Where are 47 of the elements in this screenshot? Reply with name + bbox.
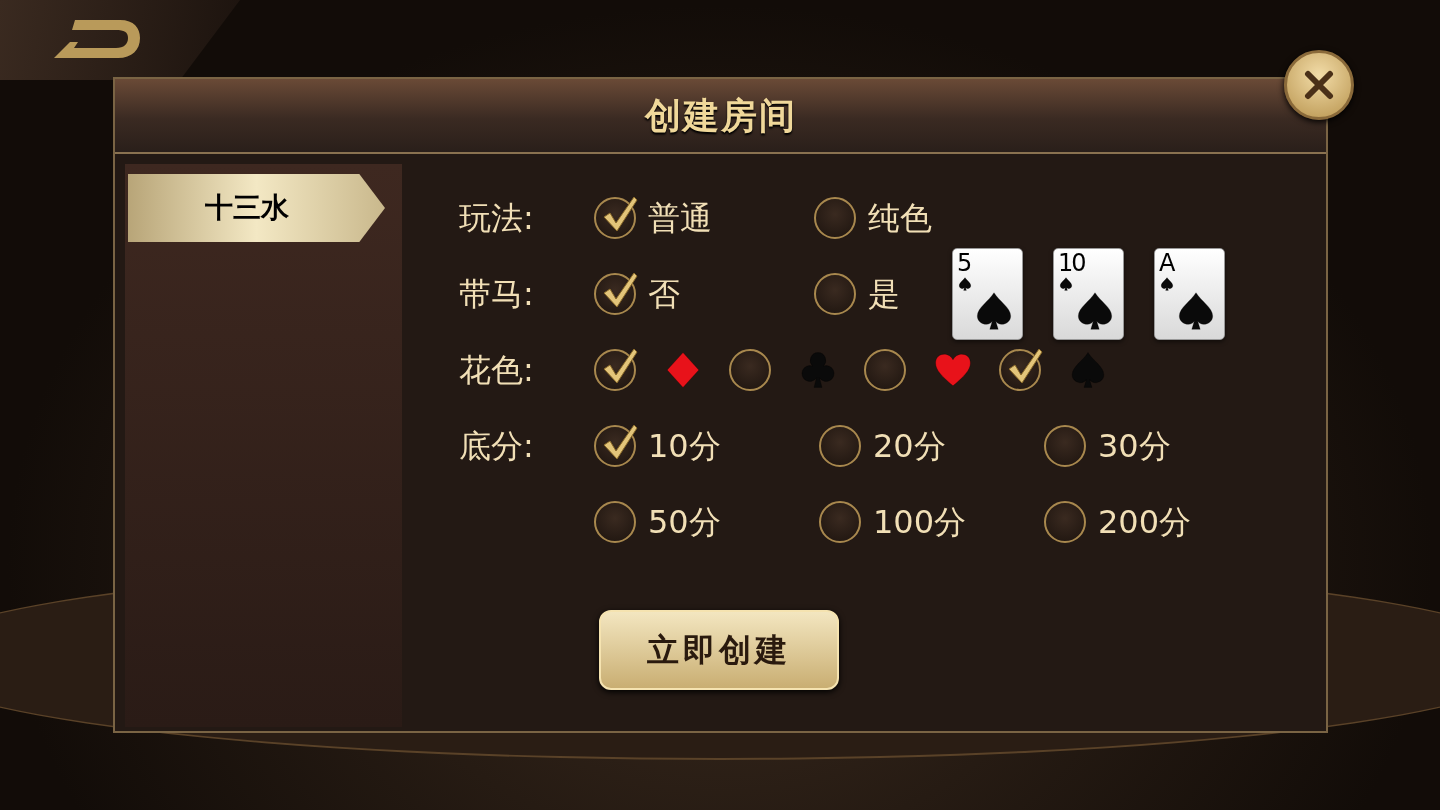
checkbox[interactable]: [594, 349, 636, 391]
spade-icon: [974, 291, 1014, 331]
checkbox[interactable]: [814, 273, 856, 315]
option-label[interactable]: 纯色: [868, 194, 932, 242]
option-label[interactable]: 100分: [873, 498, 967, 546]
dialog-title: 创建房间: [644, 93, 797, 138]
game-tab[interactable]: 十三水: [128, 174, 385, 242]
spade-icon: [1075, 291, 1115, 331]
option-label[interactable]: 普通: [648, 194, 712, 242]
checkbox[interactable]: [729, 349, 771, 391]
checkbox[interactable]: [594, 273, 636, 315]
card-rank: 10: [1058, 251, 1085, 275]
row-label: 花色:: [459, 350, 535, 391]
create-room-button[interactable]: 立即创建: [599, 610, 839, 690]
checkbox[interactable]: [594, 501, 636, 543]
checkbox[interactable]: [814, 197, 856, 239]
checkbox[interactable]: [594, 197, 636, 239]
option-label[interactable]: 50分: [648, 498, 721, 546]
row-label: 底分:: [459, 426, 535, 467]
back-button[interactable]: [0, 0, 240, 80]
heart-icon: [934, 351, 972, 389]
card-rank: A: [1159, 251, 1174, 275]
row-label: 带马:: [459, 274, 535, 315]
option-label[interactable]: 否: [648, 270, 680, 318]
option-label[interactable]: 20分: [873, 422, 946, 470]
close-icon: [1304, 70, 1334, 100]
close-button[interactable]: [1284, 50, 1354, 120]
card-rank: 5: [957, 251, 971, 275]
spade-icon: [1176, 291, 1216, 331]
spade-icon: [1059, 277, 1073, 291]
checkbox[interactable]: [594, 425, 636, 467]
spade-icon: [1069, 351, 1107, 389]
club-icon: [799, 351, 837, 389]
checkbox[interactable]: [999, 349, 1041, 391]
checkbox[interactable]: [819, 425, 861, 467]
diamond-icon: [664, 351, 702, 389]
checkbox[interactable]: [1044, 425, 1086, 467]
option-label[interactable]: 是: [868, 270, 900, 318]
spade-icon: [1160, 277, 1174, 291]
row-label: 玩法:: [459, 198, 535, 239]
checkbox[interactable]: [864, 349, 906, 391]
spade-icon: [958, 277, 972, 291]
option-label[interactable]: 200分: [1098, 498, 1192, 546]
option-label[interactable]: 10分: [648, 422, 721, 470]
checkbox[interactable]: [819, 501, 861, 543]
checkbox[interactable]: [1044, 501, 1086, 543]
option-label[interactable]: 30分: [1098, 422, 1171, 470]
